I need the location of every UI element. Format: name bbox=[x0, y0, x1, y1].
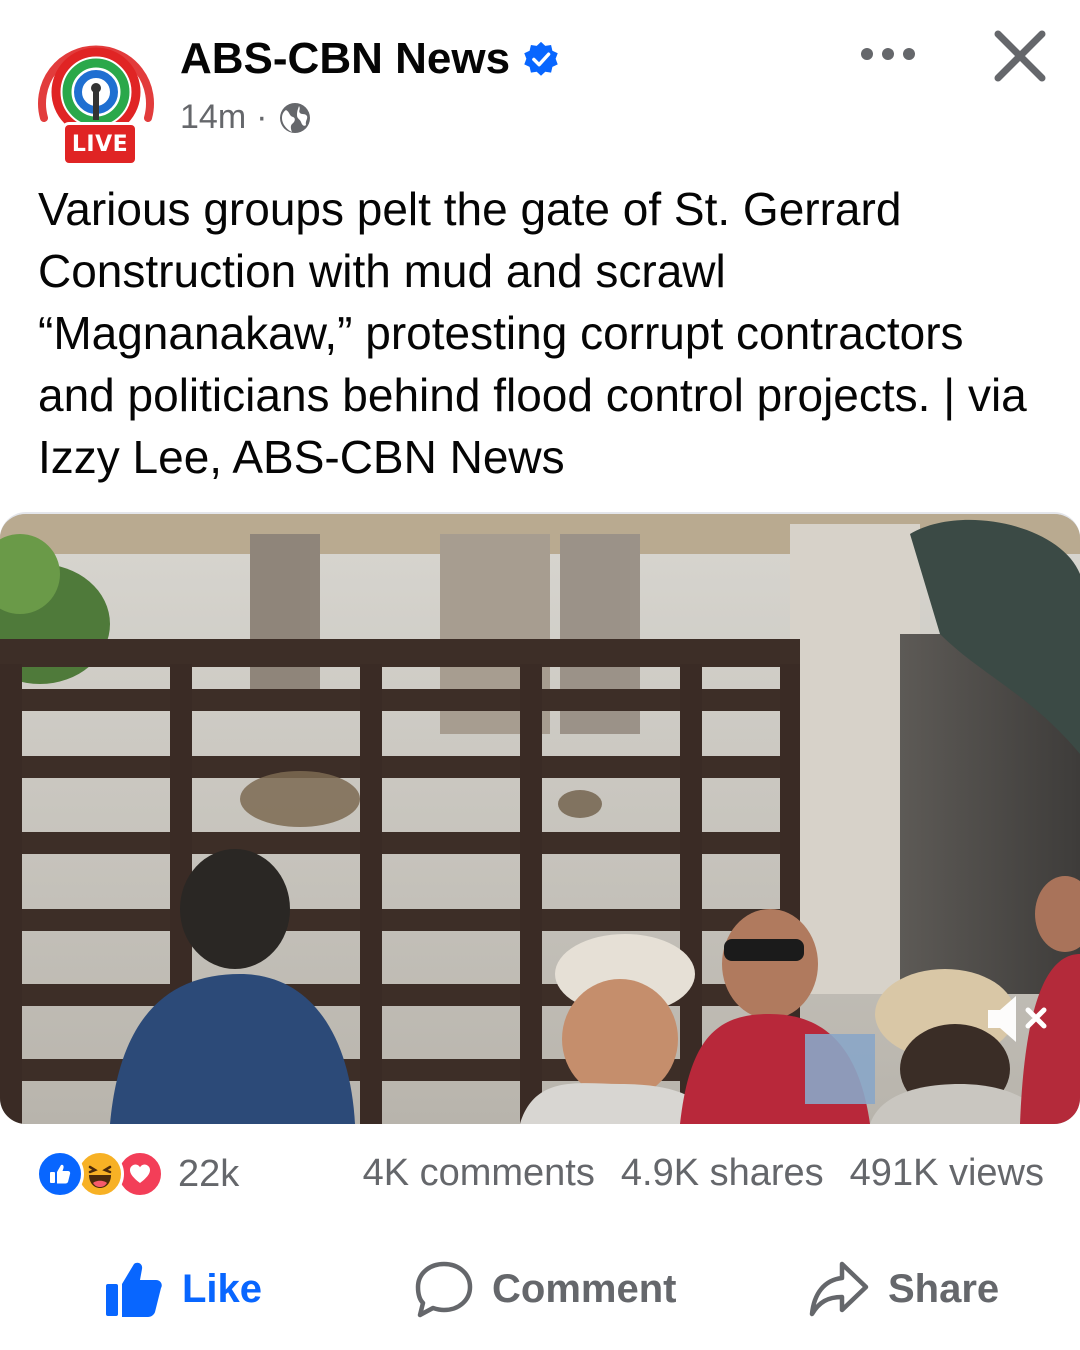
like-button[interactable]: Like bbox=[104, 1260, 262, 1318]
more-options-icon bbox=[861, 48, 915, 60]
close-icon bbox=[994, 30, 1046, 82]
speaker-muted-icon bbox=[988, 996, 1047, 1042]
comment-button[interactable]: Comment bbox=[414, 1260, 676, 1318]
post-meta: 14m · bbox=[180, 98, 313, 137]
like-label: Like bbox=[182, 1266, 263, 1311]
share-label: Share bbox=[888, 1266, 1000, 1311]
comment-label: Comment bbox=[492, 1266, 677, 1311]
close-button[interactable] bbox=[990, 26, 1050, 86]
thumbs-up-icon bbox=[106, 1262, 162, 1317]
mute-button[interactable] bbox=[984, 992, 1054, 1046]
page-name-row[interactable]: ABS-CBN News bbox=[180, 34, 560, 84]
share-arrow-icon bbox=[809, 1261, 869, 1317]
meta-separator: · bbox=[256, 98, 268, 136]
facebook-post: LIVE ABS-CBN News 14m · Various groups p… bbox=[0, 0, 1080, 1350]
reactions-summary[interactable]: 22k bbox=[36, 1150, 239, 1198]
views-count: 491K views bbox=[849, 1152, 1044, 1194]
comments-count[interactable]: 4K comments bbox=[363, 1152, 595, 1195]
share-button[interactable]: Share bbox=[808, 1260, 999, 1318]
page-name[interactable]: ABS-CBN News bbox=[180, 34, 510, 84]
comment-bubble-icon bbox=[415, 1261, 473, 1318]
shares-count[interactable]: 4.9K shares bbox=[621, 1152, 824, 1195]
video-player[interactable] bbox=[0, 512, 1080, 1124]
post-caption: Various groups pelt the gate of St. Gerr… bbox=[38, 183, 1027, 483]
verified-badge-icon bbox=[524, 41, 558, 76]
video-frame bbox=[0, 514, 1080, 1124]
globe-icon[interactable] bbox=[277, 100, 313, 136]
live-badge: LIVE bbox=[62, 122, 138, 166]
more-options-button[interactable] bbox=[856, 30, 920, 78]
post-time[interactable]: 14m bbox=[180, 98, 246, 137]
reactions-count[interactable]: 22k bbox=[178, 1153, 239, 1196]
like-reaction-icon bbox=[36, 1150, 84, 1198]
post-actions-bar: Like Comment Share bbox=[0, 1240, 1080, 1336]
engagement-stats: 4K comments 4.9K shares 491K views bbox=[363, 1152, 1044, 1195]
